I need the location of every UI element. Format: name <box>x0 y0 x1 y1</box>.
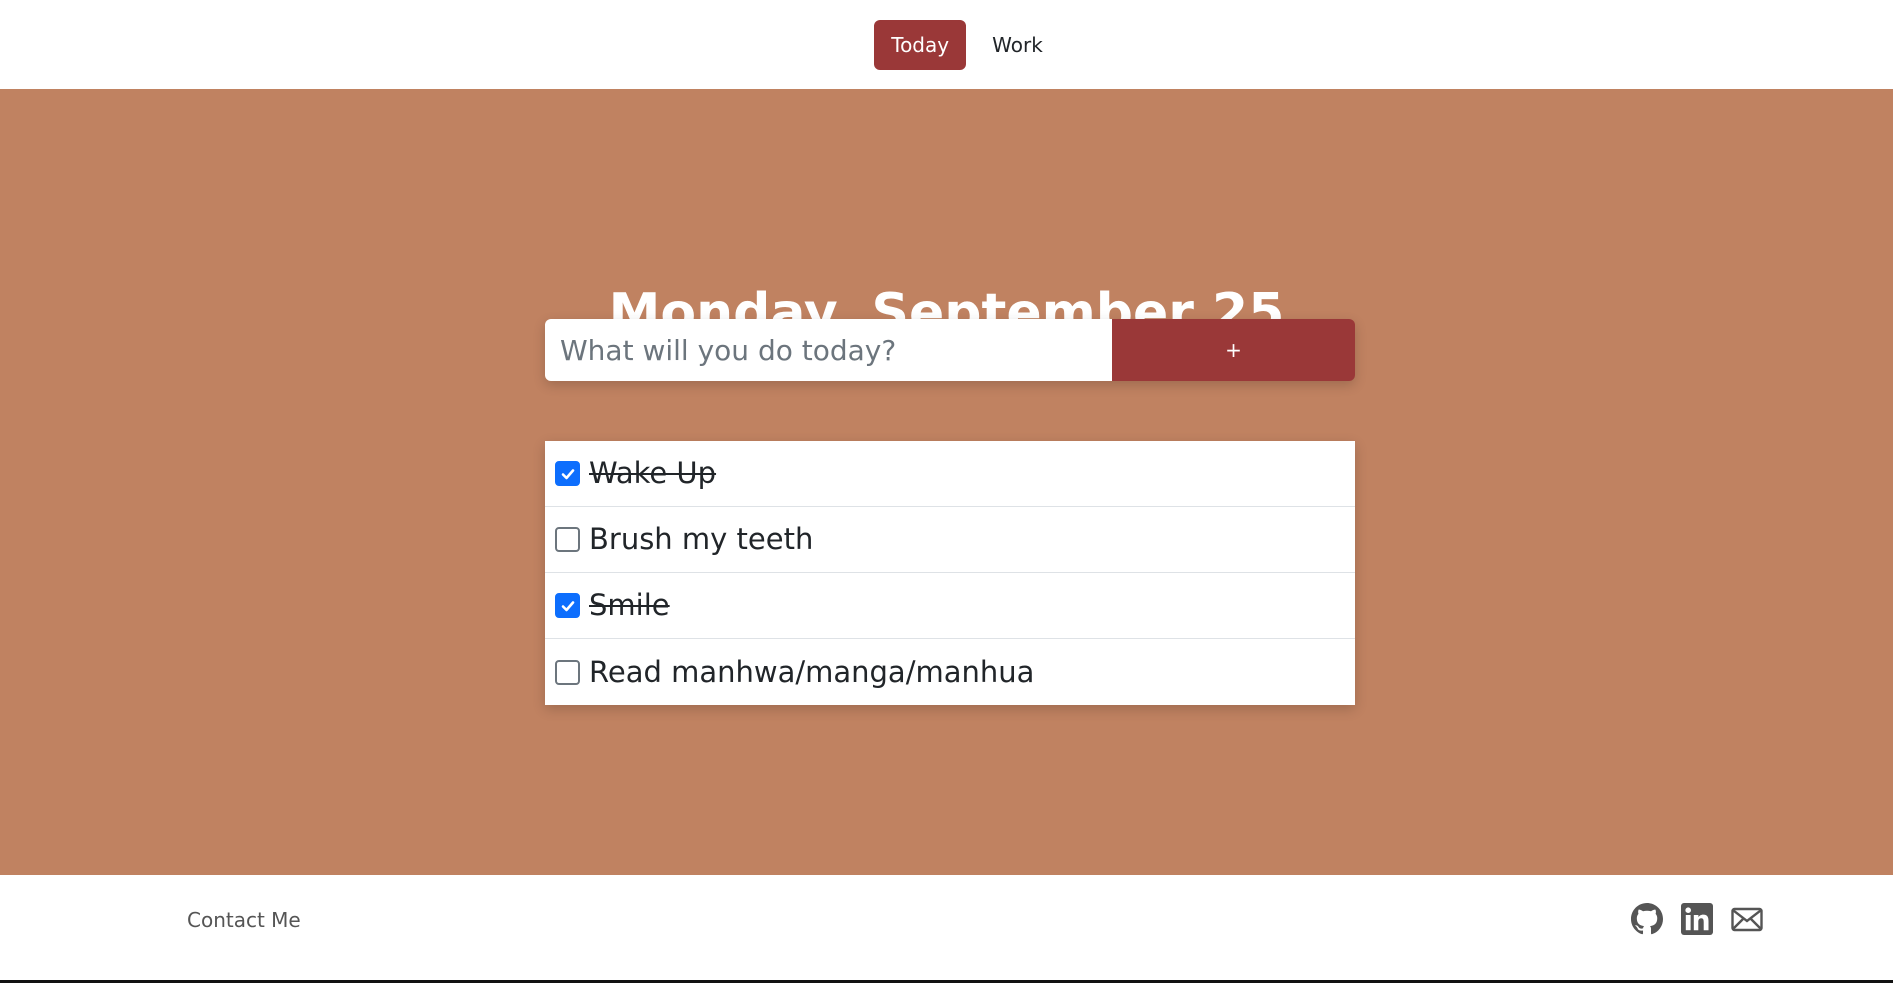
todo-item: Wake Up <box>545 441 1355 507</box>
check-icon <box>561 600 574 611</box>
add-todo-button[interactable]: + <box>1112 319 1355 381</box>
social-links <box>1631 903 1763 935</box>
nav-tab-today[interactable]: Today <box>874 19 967 70</box>
todo-item: Read manhwa/manga/manhua <box>545 639 1355 705</box>
todo-item: Smile <box>545 573 1355 639</box>
mail-link[interactable] <box>1731 903 1763 935</box>
mail-icon <box>1731 907 1763 932</box>
new-todo-form: + <box>545 319 1355 381</box>
check-icon <box>561 468 574 479</box>
github-icon <box>1631 903 1663 935</box>
footer: Contact Me <box>0 875 1893 983</box>
todo-item: Brush my teeth <box>545 507 1355 573</box>
todo-checkbox[interactable] <box>555 659 580 685</box>
todo-text: Brush my teeth <box>589 522 814 556</box>
top-nav: Today Work <box>0 0 1893 89</box>
linkedin-link[interactable] <box>1681 903 1713 935</box>
todo-text: Wake Up <box>589 456 717 490</box>
new-todo-input[interactable] <box>545 319 1112 381</box>
todo-checkbox[interactable] <box>555 527 580 552</box>
main-section: Monday, September 25 + Wake Up Brush my … <box>0 89 1893 875</box>
linkedin-icon <box>1681 903 1713 935</box>
github-link[interactable] <box>1631 903 1663 935</box>
todo-list: Wake Up Brush my teeth Smile Read manhwa… <box>545 441 1355 705</box>
todo-checkbox[interactable] <box>555 461 580 486</box>
contact-label: Contact Me <box>187 908 301 932</box>
todo-checkbox[interactable] <box>555 593 580 618</box>
todo-text: Smile <box>589 588 670 622</box>
nav-tab-work[interactable]: Work <box>972 23 1063 67</box>
todo-text: Read manhwa/manga/manhua <box>589 654 1035 689</box>
